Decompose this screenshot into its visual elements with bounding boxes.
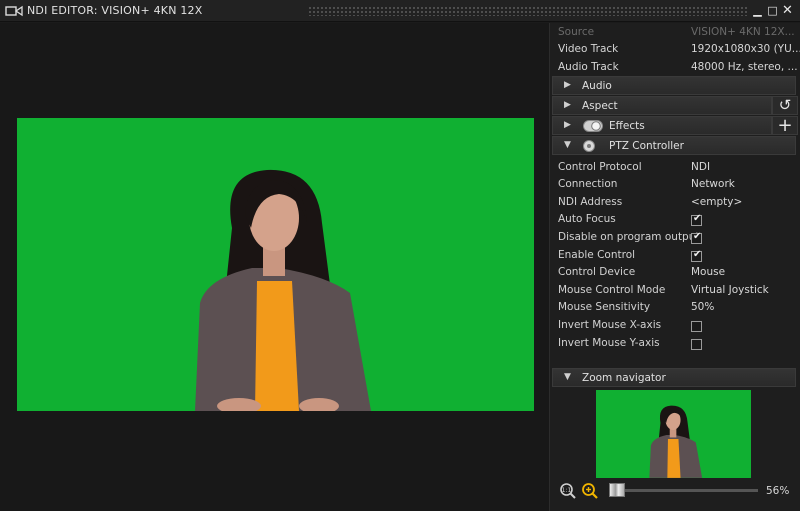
zoom-slider-thumb[interactable] [609, 483, 625, 497]
prop-mouse-control-mode: Mouse Control Mode Virtual Joystick [558, 284, 769, 296]
svg-text:1:1: 1:1 [562, 487, 572, 494]
presenter-image [17, 118, 534, 411]
check-icon: ✔ [693, 213, 702, 224]
prop-control-device: Control Device Mouse [558, 266, 726, 278]
prop-invert-y: Invert Mouse Y-axis [558, 337, 798, 354]
enable-control-checkbox[interactable]: ✔ [691, 249, 702, 262]
zoom-slider-track[interactable] [610, 489, 758, 492]
close-button[interactable]: ✕ [780, 3, 795, 18]
collapse-arrow-icon: ▼ [564, 140, 571, 150]
section-effects[interactable]: ▶ Effects [552, 116, 772, 135]
prop-mouse-sensitivity: Mouse Sensitivity 50% [558, 301, 715, 313]
preview-area [0, 23, 549, 511]
check-icon: ✔ [693, 249, 702, 260]
toggle-icon[interactable] [583, 120, 603, 132]
invert-x-checkbox[interactable] [691, 321, 702, 332]
zoom-fit-icon[interactable]: 1:1 [559, 482, 577, 500]
prop-ndi-address: NDI Address <empty> [558, 196, 743, 208]
maximize-button[interactable]: □ [765, 3, 780, 18]
zoom-in-icon[interactable] [581, 482, 599, 500]
disc-icon [583, 140, 595, 152]
title-bar: NDI EDITOR: VISION+ 4KN 12X ▁ □ ✕ [0, 0, 800, 22]
disable-on-program-checkbox[interactable]: ✔ [691, 231, 702, 244]
section-zoom-navigator[interactable]: ▼ Zoom navigator [552, 368, 796, 387]
expand-arrow-icon: ▶ [564, 100, 571, 110]
video-track-row: Video Track 1920x1080x30 (YU... [558, 43, 800, 55]
window-title: NDI EDITOR: VISION+ 4KN 12X [27, 4, 203, 17]
prop-auto-focus: Auto Focus ✔ [558, 213, 702, 226]
collapse-arrow-icon: ▼ [564, 372, 571, 382]
minimize-button[interactable]: ▁ [750, 3, 765, 18]
expand-arrow-icon: ▶ [564, 80, 571, 90]
add-effect-button[interactable]: + [772, 116, 798, 135]
source-row: Source VISION+ 4KN 12X... [558, 26, 795, 38]
section-ptz-controller[interactable]: ▼ PTZ Controller [552, 136, 796, 155]
section-audio[interactable]: ▶ Audio [552, 76, 796, 95]
invert-y-checkbox[interactable] [691, 339, 702, 350]
zoom-value: 56% [766, 485, 790, 497]
properties-panel: Source VISION+ 4KN 12X... Video Track 19… [549, 23, 800, 511]
camera-icon [5, 5, 23, 17]
auto-focus-checkbox[interactable]: ✔ [691, 213, 702, 226]
expand-arrow-icon: ▶ [564, 120, 571, 130]
reset-button[interactable]: ↺ [772, 96, 798, 115]
prop-enable-control: Enable Control ✔ [558, 249, 702, 262]
video-preview[interactable] [17, 118, 534, 411]
prop-control-protocol: Control Protocol NDI [558, 161, 711, 173]
zoom-navigator-thumbnail[interactable] [596, 390, 751, 478]
prop-disable-on-program: Disable on program output ✔ [558, 231, 702, 244]
check-icon: ✔ [693, 231, 702, 242]
prop-invert-x: Invert Mouse X-axis [558, 319, 798, 336]
section-aspect[interactable]: ▶ Aspect [552, 96, 772, 115]
prop-connection: Connection Network [558, 178, 735, 190]
title-drag-grip[interactable] [308, 6, 748, 16]
presenter-thumbnail [596, 390, 751, 478]
